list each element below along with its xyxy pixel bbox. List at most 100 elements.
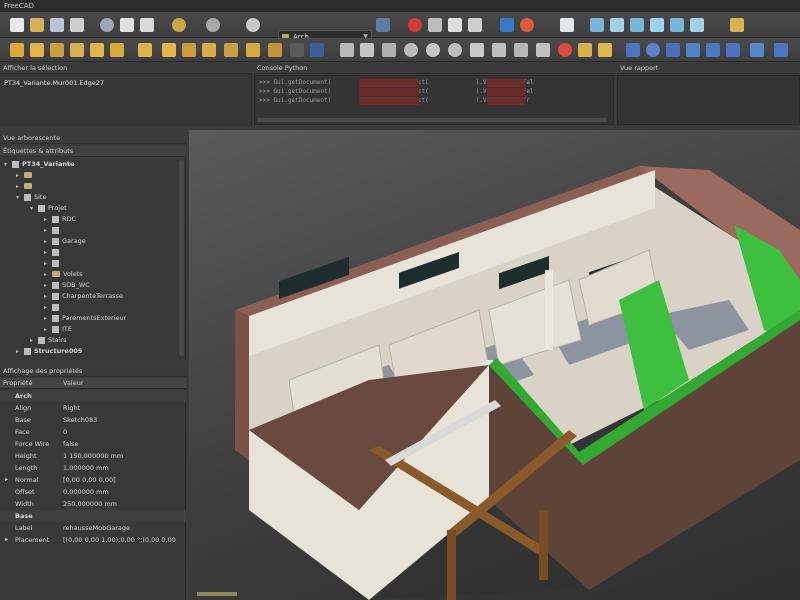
scale-icon[interactable] [750, 43, 764, 57]
structure-icon[interactable] [30, 43, 44, 57]
save-icon[interactable] [50, 18, 64, 32]
view-top-icon[interactable] [610, 18, 624, 32]
expand-icon[interactable]: ▸ [44, 259, 50, 269]
copy-icon[interactable] [120, 18, 134, 32]
tree-item[interactable]: ▸ ITE [44, 324, 72, 334]
expand-icon[interactable]: ▸ [44, 292, 50, 302]
stairs-icon[interactable] [246, 43, 260, 57]
expand-icon[interactable]: ▸ [44, 270, 50, 280]
cut-icon[interactable] [100, 18, 114, 32]
macro-run-icon[interactable] [468, 18, 482, 32]
macro-edit-icon[interactable] [448, 18, 462, 32]
point-icon[interactable] [558, 43, 572, 57]
edit-icon[interactable] [774, 43, 788, 57]
tree-item[interactable]: ▸ [16, 181, 35, 191]
expand-icon[interactable]: ▸ [44, 226, 50, 236]
property-row[interactable]: Base Sketch083 [0, 414, 186, 426]
circle-icon[interactable] [426, 43, 440, 57]
tree-item[interactable]: ▸ [16, 170, 35, 180]
python-console[interactable]: >>> Gui.getDocument( ).getObject( ).Visi… [254, 75, 614, 125]
tree-item[interactable]: ▸ [44, 225, 62, 235]
expand-icon[interactable]: ▸ [44, 237, 50, 247]
wire-icon[interactable] [360, 43, 374, 57]
tree-item[interactable]: ▸ Stairs [30, 335, 67, 345]
property-row[interactable]: Height 1 150,000000 mm [0, 450, 186, 462]
property-row[interactable]: Align Right [0, 402, 186, 414]
wall-icon[interactable] [10, 43, 24, 57]
property-row[interactable]: Label rehausseMobGarage [0, 522, 186, 534]
section-plane-icon[interactable] [202, 43, 216, 57]
property-row[interactable]: Force Wire false [0, 438, 186, 450]
tree-item[interactable]: ▸ Structure005 [16, 346, 82, 356]
expand-icon[interactable]: ▸ [44, 215, 50, 225]
property-row[interactable]: Length 1,000000 mm [0, 462, 186, 474]
pointer-icon[interactable] [376, 18, 390, 32]
expand-icon[interactable]: ▾ [4, 160, 10, 170]
tree-item[interactable]: ▾ PT34_Variante [4, 159, 75, 169]
rebar-icon[interactable] [50, 43, 64, 57]
facebinder-icon[interactable] [598, 43, 612, 57]
expand-icon[interactable]: ▸ [16, 347, 22, 357]
new-file-icon[interactable] [10, 18, 24, 32]
bezier-icon[interactable] [536, 43, 550, 57]
zoom-fit-icon[interactable] [500, 18, 514, 32]
arc-icon[interactable] [404, 43, 418, 57]
tree-item[interactable]: ▾ Projet [30, 203, 67, 213]
property-row[interactable]: Offset 0,000000 mm [0, 486, 186, 498]
roof-icon[interactable] [162, 43, 176, 57]
window-icon[interactable] [138, 43, 152, 57]
line-icon[interactable] [340, 43, 354, 57]
expand-icon[interactable]: ▸ [16, 171, 22, 181]
space-icon[interactable] [224, 43, 238, 57]
shapestring-icon[interactable] [578, 43, 592, 57]
expand-icon[interactable]: ▸ [30, 336, 36, 346]
axis-icon[interactable] [182, 43, 196, 57]
refresh-icon[interactable] [246, 18, 260, 32]
view-rear-icon[interactable] [650, 18, 664, 32]
draw-style-icon[interactable] [520, 18, 534, 32]
tree-item[interactable]: ▸ Garage [44, 236, 86, 246]
rectangle-icon[interactable] [470, 43, 484, 57]
fillet-icon[interactable] [382, 43, 396, 57]
property-row[interactable]: Face 0 [0, 426, 186, 438]
equipment-icon[interactable] [290, 43, 304, 57]
view-front-icon[interactable] [590, 18, 604, 32]
tree-item[interactable]: ▸ SDB_WC [44, 280, 90, 290]
expand-icon[interactable]: ▸ [44, 281, 50, 291]
expand-icon[interactable]: ▸ [44, 248, 50, 258]
expand-icon[interactable]: ▸ [5, 474, 8, 486]
tree-item[interactable]: ▾ Site [16, 192, 46, 202]
tree-item[interactable]: ▸ Volets [44, 269, 83, 279]
expand-icon[interactable]: ▾ [16, 193, 22, 203]
house-model[interactable] [189, 130, 800, 600]
tree-item[interactable]: ▸ [44, 247, 62, 257]
console-scrollbar[interactable] [257, 118, 607, 122]
upgrade-icon[interactable] [706, 43, 720, 57]
property-row[interactable]: ▸ Placement [(0,00 0,00 1,00);0,00 °;(0,00… [0, 534, 186, 546]
frame-icon[interactable] [310, 43, 324, 57]
property-row[interactable]: Width 250,000000 mm [0, 498, 186, 510]
view-bottom-icon[interactable] [670, 18, 684, 32]
building-icon[interactable] [90, 43, 104, 57]
tree-tab[interactable]: Étiquettes & attributs [0, 146, 186, 157]
rotate-icon[interactable] [646, 43, 660, 57]
trim-icon[interactable] [686, 43, 700, 57]
panel-icon[interactable] [268, 43, 282, 57]
offset-icon[interactable] [666, 43, 680, 57]
move-icon[interactable] [626, 43, 640, 57]
tree-view[interactable]: ▾ PT34_Variante ▸ ▸ ▾ Site ▾ Projet ▸ RDC ▸ … [0, 158, 186, 360]
view-right-icon[interactable] [630, 18, 644, 32]
macro-record-icon[interactable] [408, 18, 422, 32]
expand-icon[interactable]: ▸ [44, 303, 50, 313]
property-view[interactable]: Propriété Valeur Arch Align Right Base Ske… [0, 378, 186, 600]
print-icon[interactable] [70, 18, 84, 32]
tree-item[interactable]: ▸ [44, 258, 62, 268]
measure-icon[interactable] [730, 18, 744, 32]
downgrade-icon[interactable] [726, 43, 740, 57]
paste-icon[interactable] [140, 18, 154, 32]
tree-item[interactable]: ▸ CharpenteTerrasse [44, 291, 123, 301]
expand-icon[interactable]: ▾ [30, 204, 36, 214]
property-row[interactable]: ▸ Normal [0,00 0,00 0,00] [0, 474, 186, 486]
expand-icon[interactable]: ▸ [5, 534, 8, 546]
polygon-icon[interactable] [492, 43, 506, 57]
